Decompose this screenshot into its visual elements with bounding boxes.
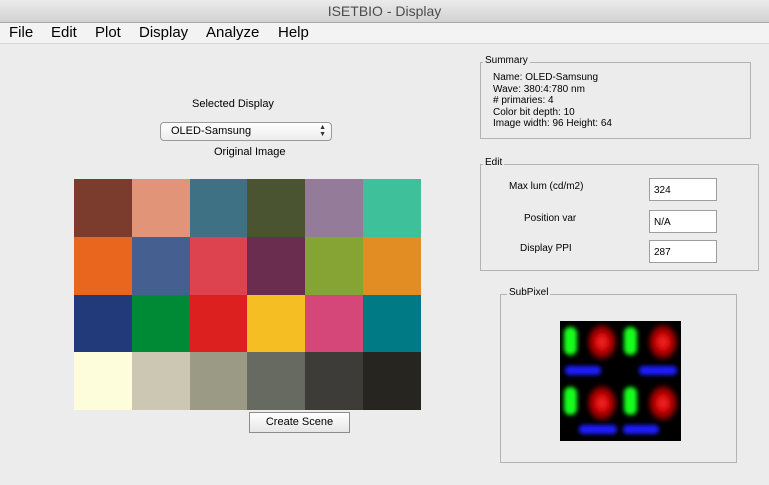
summary-bit-depth: Color bit depth: 10	[493, 106, 575, 118]
edit-title: Edit	[483, 157, 505, 168]
menu-file[interactable]: File	[9, 24, 33, 41]
menu-analyze[interactable]: Analyze	[206, 24, 259, 41]
max-lum-field[interactable]: 324	[649, 178, 717, 201]
color-patch	[247, 236, 306, 295]
subpixel-blue	[565, 366, 601, 375]
subpixel-red	[648, 385, 678, 421]
subpixel-green	[624, 327, 637, 355]
display-select-value: OLED-Samsung	[171, 125, 252, 137]
summary-name: Name: OLED-Samsung	[493, 72, 599, 83]
subpixel-red	[587, 385, 617, 421]
window-title: ISETBIO - Display	[327, 3, 442, 19]
subpixel-green	[624, 387, 637, 415]
summary-wave: Wave: 380:4:780 nm	[493, 83, 585, 95]
create-scene-button[interactable]: Create Scene	[249, 412, 350, 433]
position-var-label: Position var	[524, 213, 577, 224]
color-patch	[189, 236, 248, 295]
max-lum-label: Max lum (cd/m2)	[509, 181, 584, 192]
summary-title: Summary	[483, 55, 530, 66]
color-patch	[247, 179, 306, 237]
updown-arrows-icon: ▲ ▼	[319, 124, 326, 138]
summary-image-size: Image width: 96 Height: 64	[493, 118, 612, 129]
selected-display-label: Selected Display	[192, 98, 274, 110]
color-patch	[305, 294, 364, 353]
color-patch	[363, 179, 421, 237]
position-var-field[interactable]: N/A	[649, 210, 717, 233]
color-patch	[247, 352, 306, 410]
subpixel-blue	[639, 366, 677, 375]
color-patch	[74, 352, 132, 410]
subpixel-blue	[623, 425, 659, 434]
subpixel-red	[587, 324, 617, 360]
menu-plot[interactable]: Plot	[95, 24, 121, 41]
subpixel-blue	[579, 425, 617, 434]
subpixel-green	[564, 327, 577, 355]
subpixel-title: SubPixel	[507, 287, 551, 298]
color-patch	[189, 294, 248, 353]
subpixel-red	[648, 324, 678, 360]
display-select[interactable]: OLED-Samsung ▲ ▼	[160, 122, 332, 141]
summary-text: Name: OLED-Samsung Wave: 380:4:780 nm # …	[493, 72, 612, 130]
color-patch	[305, 236, 364, 295]
color-patch	[247, 294, 306, 353]
menu-help[interactable]: Help	[278, 24, 309, 41]
original-image-color-checker	[74, 179, 421, 410]
menu-bar: File Edit Plot Display Analyze Help	[0, 23, 769, 44]
color-patch	[131, 236, 190, 295]
display-ppi-label: Display PPI	[520, 243, 572, 254]
color-patch	[363, 352, 421, 410]
summary-primaries: # primaries: 4	[493, 95, 554, 106]
color-patch	[131, 294, 190, 353]
color-patch	[131, 352, 190, 410]
color-patch	[131, 179, 190, 237]
color-patch	[305, 352, 364, 410]
window-title-bar: ISETBIO - Display	[0, 0, 769, 23]
color-patch	[305, 179, 364, 237]
color-patch	[189, 179, 248, 237]
menu-edit[interactable]: Edit	[51, 24, 77, 41]
display-ppi-field[interactable]: 287	[649, 240, 717, 263]
color-patch	[189, 352, 248, 410]
menu-display[interactable]: Display	[139, 24, 188, 41]
subpixel-image	[560, 321, 681, 441]
color-patch	[74, 179, 132, 237]
color-patch	[363, 294, 421, 353]
subpixel-svg	[564, 324, 678, 434]
color-patch	[363, 236, 421, 295]
subpixel-green	[564, 387, 577, 415]
color-patch	[74, 294, 132, 353]
color-patch	[74, 236, 132, 295]
original-image-label: Original Image	[214, 146, 286, 158]
